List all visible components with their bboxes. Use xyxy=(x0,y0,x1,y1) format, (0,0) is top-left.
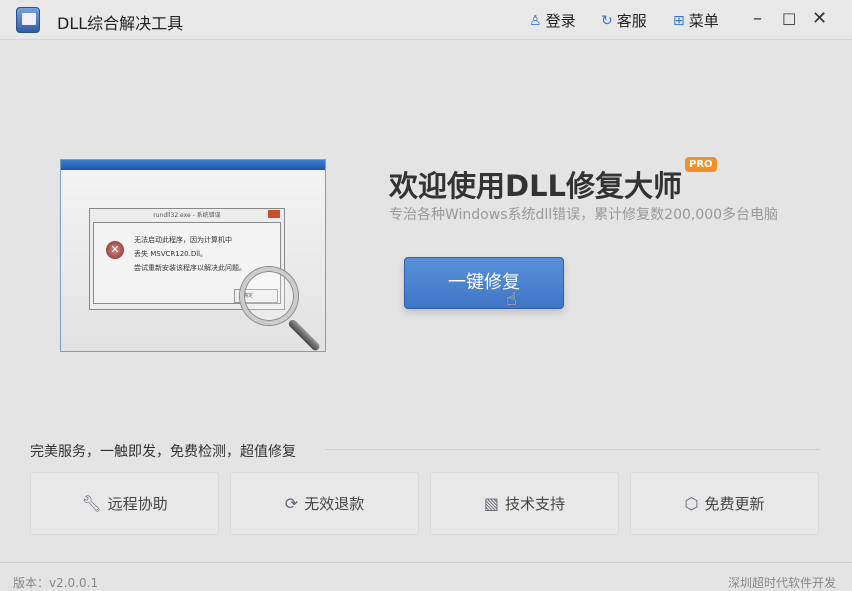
pro-badge: PRO xyxy=(685,157,717,172)
menu-label: 菜单 xyxy=(688,12,719,30)
version-label: 版本：v2.0.0.1 xyxy=(13,576,99,590)
monitor-chart-icon: ▧ xyxy=(483,494,500,513)
free-update-card[interactable]: ⬡ 免费更新 xyxy=(630,472,819,535)
error-message-line: 丢失 MSVCR120.Dll。 xyxy=(134,250,208,258)
refund-icon: ⟳ xyxy=(284,494,299,513)
card-label: 免费更新 xyxy=(704,495,765,513)
error-message-line: 无法启动此程序，因为计算机中 xyxy=(134,236,232,244)
title-bar: DLL综合解决工具 ♙ 登录 ↻ 客服 ⊞ 菜单 – □ ✕ xyxy=(0,0,852,40)
remote-assist-card[interactable]: 🔧︎ 远程协助 xyxy=(30,472,219,535)
divider xyxy=(325,449,820,450)
one-click-fix-button[interactable]: 一键修复 xyxy=(404,257,564,309)
grid-icon: ⊞ xyxy=(673,12,685,29)
user-icon: ♙ xyxy=(529,12,542,29)
maximize-button[interactable]: □ xyxy=(782,9,796,27)
refund-card[interactable]: ⟳ 无效退款 xyxy=(230,472,419,535)
minimize-button[interactable]: – xyxy=(753,8,762,29)
card-label: 技术支持 xyxy=(505,495,566,513)
dialog-title: rundll32.exe - 系统错误 xyxy=(153,212,221,219)
hero-subtitle: 专治各种Windows系统dll错误，累计修复数200,000多台电脑 xyxy=(389,207,779,223)
headset-icon: ↻ xyxy=(601,12,613,29)
company-label: 深圳超时代软件开发 xyxy=(727,576,836,590)
close-button[interactable]: ✕ xyxy=(812,8,827,29)
login-label: 登录 xyxy=(545,12,576,30)
error-icon: ✕ xyxy=(106,241,124,259)
welcome-headline: 欢迎使用DLL修复大师 xyxy=(389,169,683,203)
wrench-icon: 🔧︎ xyxy=(81,494,102,513)
tech-support-card[interactable]: ▧ 技术支持 xyxy=(430,472,619,535)
magnifier-icon xyxy=(240,267,298,325)
services-slogan: 完美服务，一触即发，免费检测，超值修复 xyxy=(30,444,296,460)
error-message-line: 尝试重新安装该程序以解决此问题。 xyxy=(134,264,246,272)
illustration-window: rundll32.exe - 系统错误 ✕ 无法启动此程序，因为计算机中 丢失 … xyxy=(60,159,326,352)
hand-cursor-icon: ☝ xyxy=(506,289,517,310)
dialog-close-icon xyxy=(268,210,280,218)
error-illustration: rundll32.exe - 系统错误 ✕ 无法启动此程序，因为计算机中 丢失 … xyxy=(60,159,328,355)
card-label: 无效退款 xyxy=(304,495,365,513)
card-label: 远程协助 xyxy=(107,495,168,513)
footer: 版本：v2.0.0.1 深圳超时代软件开发 xyxy=(0,562,852,590)
app-logo-icon xyxy=(16,7,40,33)
customer-service-button[interactable]: ↻ 客服 xyxy=(601,10,647,31)
app-title: DLL综合解决工具 xyxy=(57,14,184,33)
update-hex-icon: ⬡ xyxy=(684,494,699,513)
login-button[interactable]: ♙ 登录 xyxy=(529,10,576,31)
menu-button[interactable]: ⊞ 菜单 xyxy=(673,10,719,31)
service-label: 客服 xyxy=(616,12,647,30)
